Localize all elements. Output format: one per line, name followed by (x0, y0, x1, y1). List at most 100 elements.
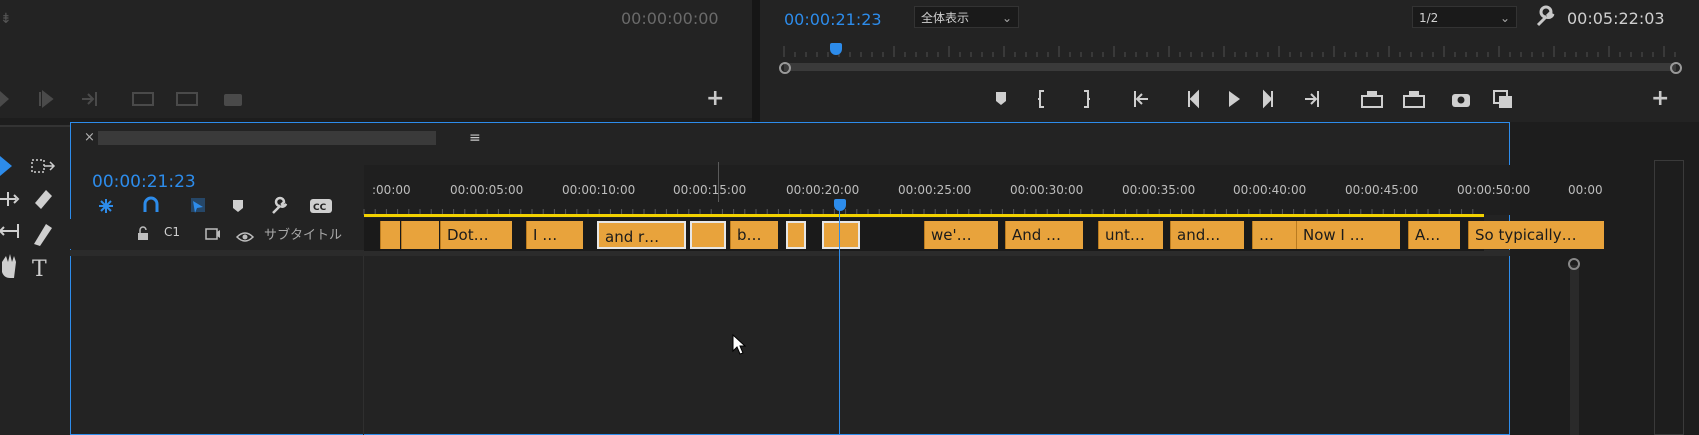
sequence-tab-name[interactable] (98, 131, 436, 145)
out-point-handle[interactable] (1670, 62, 1682, 74)
zoom-select[interactable]: 全体表示 ⌄ (914, 6, 1019, 28)
caption-clip[interactable] (380, 221, 400, 249)
audio-meter (1654, 160, 1684, 435)
ruler-label: 00:00:15:00 (673, 183, 747, 197)
linked-selection-icon[interactable] (191, 198, 205, 213)
caption-clip[interactable] (690, 221, 726, 249)
hand-tool-icon[interactable] (2, 254, 16, 278)
resolution-select[interactable]: 1/2 ⌄ (1412, 6, 1517, 28)
close-icon[interactable]: × (84, 130, 95, 145)
ruler-label: 00:00:25:00 (898, 183, 972, 197)
chevron-down-icon: ⌄ (1499, 11, 1510, 25)
ruler-label: 00:00:50:00 (1457, 183, 1531, 197)
selection-tool-icon[interactable] (0, 156, 12, 176)
timeline-cursor-line (718, 162, 719, 202)
playhead-line (839, 210, 840, 435)
caption-clip[interactable]: Now I … (1296, 221, 1400, 249)
type-tool-icon[interactable]: T (32, 257, 47, 282)
tools-panel-border (0, 125, 70, 127)
mark-out-icon[interactable] (1084, 90, 1090, 108)
source-timecode: 00:00:00:00 (621, 9, 719, 28)
caption-clip[interactable]: b… (730, 221, 778, 249)
scrollbar-handle[interactable] (1568, 258, 1580, 270)
source-add-button[interactable]: + (706, 86, 724, 111)
go-to-in-icon[interactable] (1134, 91, 1148, 107)
step-forward-icon[interactable] (1263, 89, 1273, 109)
slip-tool-icon[interactable] (0, 224, 19, 238)
source-transport (0, 88, 260, 110)
caption-clip[interactable]: So typically… (1468, 221, 1604, 249)
pen-tool-icon[interactable] (34, 224, 52, 246)
tools-icons: T (0, 150, 70, 290)
snap-icon[interactable] (143, 196, 159, 212)
resolution-select-value: 1/2 (1419, 11, 1439, 25)
go-to-out-icon[interactable] (1305, 91, 1319, 107)
ruler-label: 00:00:30:00 (1010, 183, 1084, 197)
play-icon[interactable] (0, 91, 9, 107)
nest-sequences-icon[interactable] (99, 199, 113, 213)
caption-clip[interactable]: and r… (597, 221, 686, 249)
timeline-current-timecode[interactable]: 00:00:21:23 (92, 172, 196, 192)
step-back-icon[interactable] (1188, 89, 1199, 109)
lock-icon[interactable] (137, 226, 149, 245)
ruler-label: 00:00 (1568, 183, 1603, 197)
add-marker-icon[interactable] (233, 200, 243, 212)
ruler-label: :00:00 (372, 183, 411, 197)
caption-clip[interactable] (822, 221, 860, 249)
track-name: サブタイトル (264, 228, 343, 243)
ruler-label: 00:00:20:00 (786, 183, 860, 197)
timeline-tools: CC (96, 195, 336, 217)
track-id[interactable]: C1 (164, 225, 180, 239)
caption-clip[interactable]: I … (526, 221, 583, 249)
caption-clip[interactable] (401, 221, 439, 249)
caption-clip[interactable]: And … (1005, 221, 1083, 249)
caption-clip[interactable]: Dot… (440, 221, 512, 249)
caption-clip[interactable] (786, 221, 806, 249)
captions-cc-icon[interactable]: CC (310, 199, 332, 213)
razor-tool-icon[interactable] (35, 190, 52, 209)
track-select-forward-icon[interactable] (31, 159, 56, 173)
mouse-cursor-icon (732, 333, 747, 360)
program-mini-ruler[interactable] (776, 44, 1676, 72)
play-icon[interactable] (1229, 91, 1240, 107)
comparison-view-icon[interactable] (1493, 90, 1512, 108)
caption-clip[interactable]: … (1252, 221, 1296, 249)
program-current-timecode[interactable]: 00:00:21:23 (784, 10, 882, 29)
ruler-label: 00:00:05:00 (450, 183, 524, 197)
source-monitor-chevron-icon: ⇟ (0, 11, 12, 27)
ruler-label: 00:00:10:00 (562, 183, 636, 197)
export-frame-icon[interactable] (1452, 94, 1470, 107)
track-header-divider (363, 256, 364, 435)
go-to-out-icon[interactable] (82, 92, 97, 106)
panel-menu-icon[interactable]: ≡ (469, 130, 481, 146)
ruler-label: 00:00:40:00 (1233, 183, 1307, 197)
caption-clip[interactable]: A… (1408, 221, 1460, 249)
overwrite-icon[interactable] (176, 92, 198, 106)
add-marker-icon[interactable] (996, 92, 1006, 105)
in-point-handle[interactable] (779, 62, 791, 74)
ripple-edit-tool-icon[interactable] (0, 192, 20, 206)
timeline-settings-wrench-icon[interactable] (272, 196, 288, 214)
panel-divider[interactable] (752, 0, 760, 125)
program-playhead-marker[interactable] (830, 43, 842, 55)
program-add-button[interactable]: + (1651, 86, 1669, 111)
ruler-ticks (363, 200, 1484, 215)
insert-icon[interactable] (132, 92, 154, 106)
extract-icon[interactable] (1403, 91, 1425, 108)
lift-icon[interactable] (1361, 91, 1383, 108)
caption-clip[interactable]: unt… (1098, 221, 1163, 249)
step-forward-icon[interactable] (39, 89, 54, 109)
eye-icon[interactable] (235, 228, 255, 247)
caption-clip[interactable]: and… (1170, 221, 1244, 249)
wrench-icon[interactable] (1535, 5, 1555, 32)
caption-clip[interactable]: we'… (924, 221, 998, 249)
work-area-bar[interactable] (364, 214, 1484, 217)
export-frame-icon[interactable] (224, 94, 242, 106)
playhead-marker[interactable] (834, 199, 846, 211)
ruler-label: 00:00:45:00 (1345, 183, 1419, 197)
caption-format-icon[interactable] (205, 226, 221, 245)
program-duration: 00:05:22:03 (1567, 9, 1665, 28)
ruler-label: 00:00:35:00 (1122, 183, 1196, 197)
vertical-scrollbar[interactable] (1570, 265, 1579, 435)
mark-in-icon[interactable] (1038, 90, 1044, 108)
